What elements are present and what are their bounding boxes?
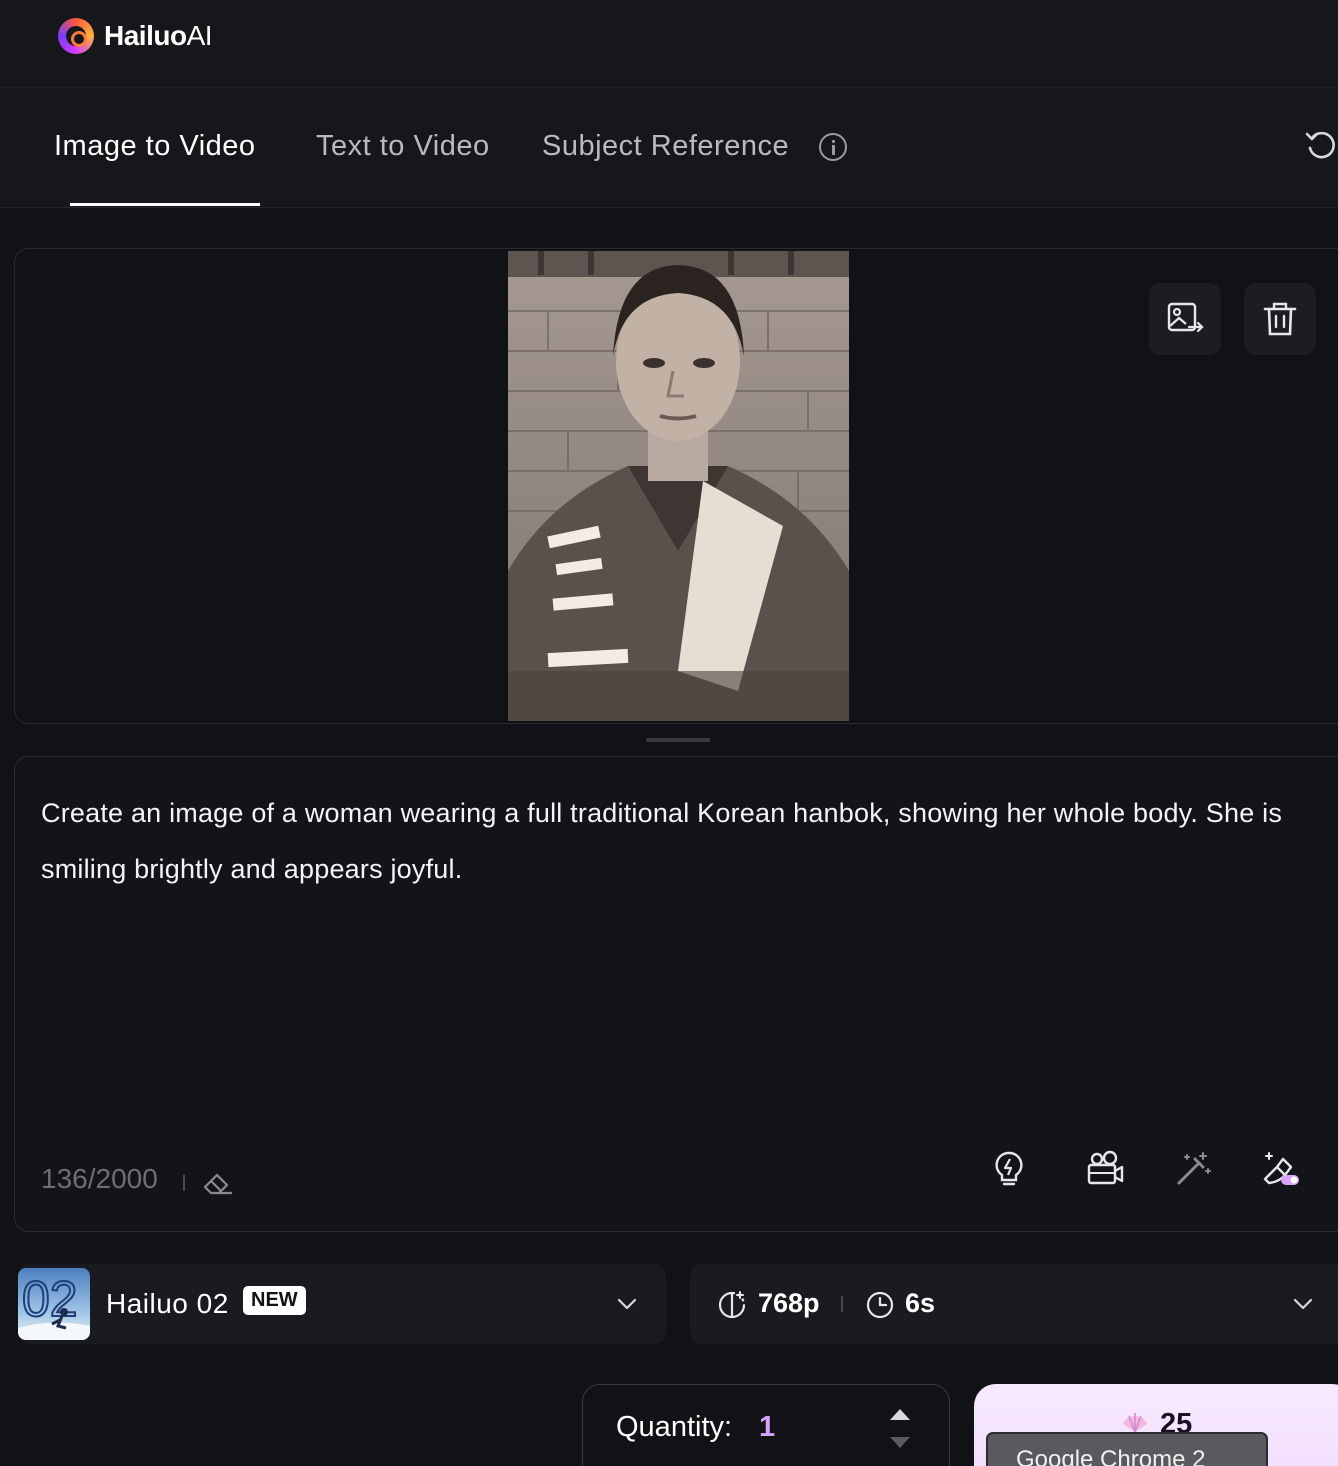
- quantity-label: Quantity:: [616, 1411, 733, 1443]
- active-tab-underline: [70, 203, 260, 206]
- photo-illustration: [508, 251, 849, 721]
- uploaded-photo: [508, 251, 849, 721]
- character-counter: 136/2000: [41, 1163, 158, 1194]
- image-swap-icon: [1167, 302, 1204, 333]
- quantity-stepper[interactable]: Quantity: 1: [582, 1384, 950, 1466]
- image-upload-panel: [14, 248, 1338, 724]
- camera-movement-icon[interactable]: [1085, 1149, 1125, 1189]
- tab-image-to-video[interactable]: Image to Video: [54, 130, 256, 163]
- clock-icon: [866, 1291, 894, 1319]
- inspiration-bulb-icon[interactable]: [989, 1149, 1029, 1189]
- resolution-value: 768p: [758, 1288, 820, 1318]
- refresh-icon[interactable]: [1304, 128, 1338, 162]
- duration-value: 6s: [905, 1288, 936, 1318]
- quantity-value: 1: [759, 1411, 776, 1443]
- new-badge: NEW: [243, 1286, 306, 1315]
- brand-text: Hailuo: [104, 20, 187, 51]
- eraser-icon[interactable]: [201, 1165, 235, 1199]
- hailuo-logo-icon: [58, 18, 94, 54]
- model-selector[interactable]: 02 Hailuo 02 NEW: [18, 1264, 666, 1344]
- brand-suffix: AI: [186, 20, 213, 51]
- mode-tabs: Image to Video Text to Video Subject Ref…: [0, 88, 1338, 208]
- replace-image-button[interactable]: [1149, 283, 1221, 355]
- tab-subject-reference[interactable]: Subject Reference: [542, 130, 789, 163]
- quantity-decrease-arrow[interactable]: [890, 1437, 910, 1448]
- settings-divider: [841, 1296, 843, 1312]
- prompt-input-panel[interactable]: Create an image of a woman wearing a ful…: [14, 756, 1338, 1232]
- credits-shell-icon: [1123, 1413, 1147, 1433]
- resolution-icon: [718, 1291, 746, 1319]
- model-thumbnail: 02: [18, 1268, 90, 1340]
- prompt-textarea[interactable]: Create an image of a woman wearing a ful…: [41, 785, 1331, 897]
- model-name: Hailuo 02: [106, 1288, 229, 1319]
- video-settings-selector[interactable]: 768p 6s: [690, 1264, 1338, 1344]
- delete-image-button[interactable]: [1244, 283, 1316, 355]
- magic-wand-icon[interactable]: [1173, 1149, 1213, 1189]
- tab-text-to-video[interactable]: Text to Video: [316, 130, 490, 163]
- model-thumbnail-image: 02: [18, 1268, 90, 1340]
- model-thumbnail-label: 02: [22, 1271, 78, 1327]
- brand-name: HailuoAI: [104, 20, 213, 52]
- counter-divider: [183, 1175, 185, 1191]
- prompt-enhance-toggle-icon[interactable]: [1261, 1149, 1301, 1189]
- quantity-increase-arrow[interactable]: [890, 1409, 910, 1420]
- chevron-down-icon: [617, 1298, 637, 1310]
- trash-icon: [1263, 302, 1297, 336]
- resize-handle[interactable]: [646, 738, 710, 742]
- hailuo-logo[interactable]: HailuoAI: [58, 18, 213, 54]
- chevron-down-icon: [1293, 1298, 1313, 1310]
- window-tooltip: Google Chrome 2: [986, 1432, 1268, 1466]
- top-bar: HailuoAI: [0, 0, 1338, 88]
- info-icon[interactable]: [819, 133, 847, 161]
